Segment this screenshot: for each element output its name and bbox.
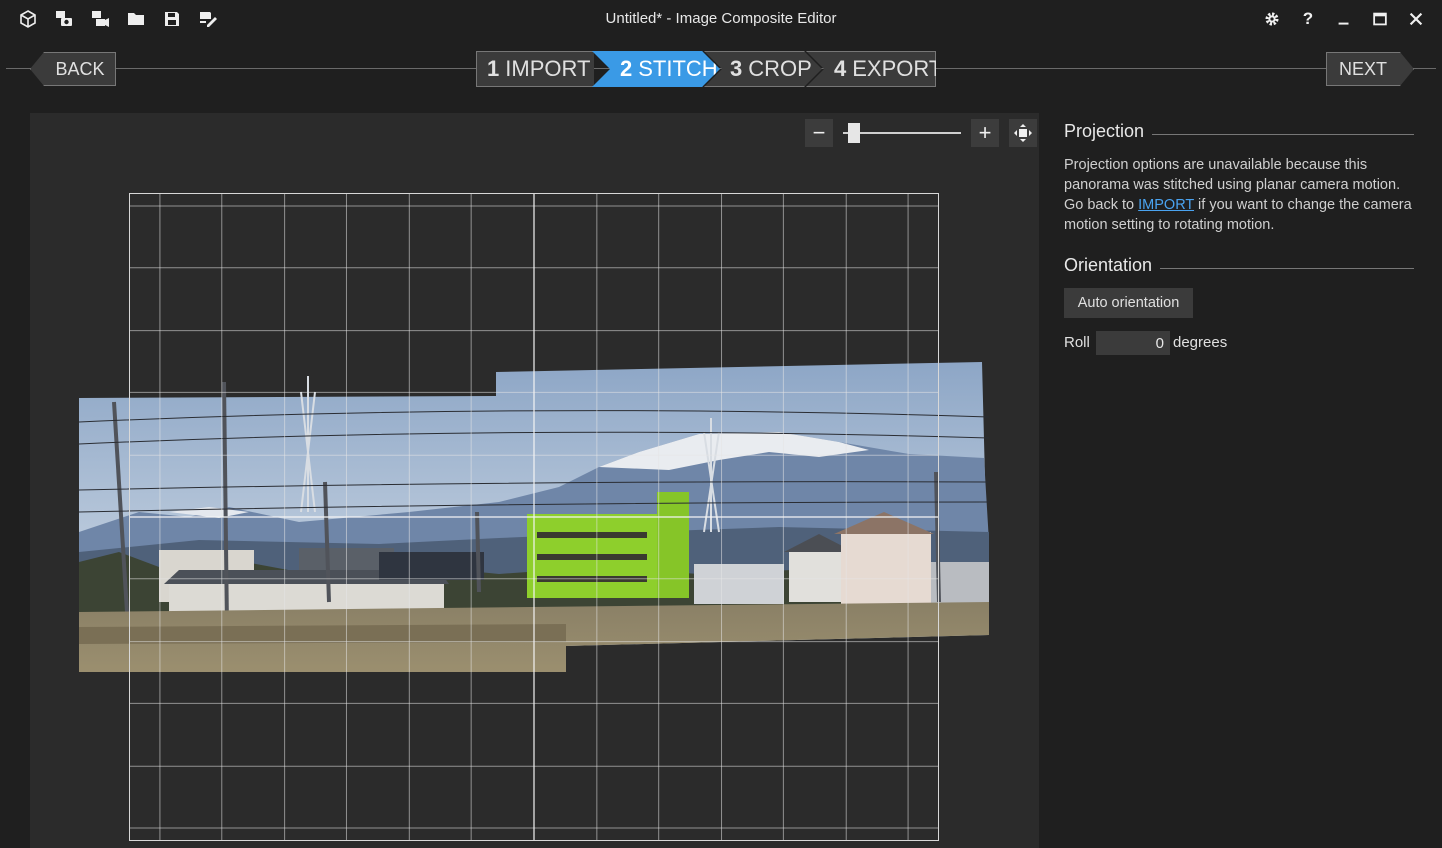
roll-label: Roll xyxy=(1064,334,1090,351)
tab-export[interactable]: 4 EXPORT xyxy=(806,51,936,87)
title-bar: Untitled* - Image Composite Editor ? xyxy=(0,0,1442,38)
import-link[interactable]: IMPORT xyxy=(1138,197,1194,213)
settings-icon[interactable] xyxy=(1260,7,1284,31)
orientation-heading: Orientation xyxy=(1064,255,1414,276)
minimize-icon[interactable] xyxy=(1332,7,1356,31)
projection-heading: Projection xyxy=(1064,121,1414,142)
step-label: CROP xyxy=(748,56,812,81)
zoom-slider-thumb[interactable] xyxy=(848,123,861,143)
heading-rule xyxy=(1160,268,1414,269)
zoom-out-button[interactable]: − xyxy=(805,119,833,147)
maximize-icon[interactable] xyxy=(1368,7,1392,31)
step-number: 2 xyxy=(620,56,633,81)
roll-input[interactable] xyxy=(1096,331,1170,355)
zoom-in-button[interactable]: + xyxy=(971,119,999,147)
fit-to-window-button[interactable] xyxy=(1009,119,1037,147)
next-button[interactable]: NEXT xyxy=(1326,52,1414,86)
roll-unit: degrees xyxy=(1173,334,1228,351)
step-number: 1 xyxy=(487,56,500,81)
section-title: Orientation xyxy=(1064,255,1153,275)
heading-rule xyxy=(1152,134,1414,135)
help-icon[interactable]: ? xyxy=(1296,7,1320,31)
section-title: Projection xyxy=(1064,121,1145,141)
window-controls: ? xyxy=(1260,7,1428,31)
zoom-slider[interactable] xyxy=(843,119,961,147)
tab-import[interactable]: 1 IMPORT xyxy=(476,51,594,87)
back-button[interactable]: BACK xyxy=(30,52,116,86)
step-number: 3 xyxy=(730,56,743,81)
projection-description: Projection options are unavailable becau… xyxy=(1064,155,1419,235)
alignment-grid xyxy=(129,193,939,841)
step-label: IMPORT xyxy=(505,56,591,81)
step-label: STITCH xyxy=(638,56,718,81)
auto-orientation-button[interactable]: Auto orientation xyxy=(1064,288,1193,318)
zoom-controls: − + xyxy=(805,119,1037,147)
fit-to-window-icon xyxy=(1014,124,1032,142)
tab-crop[interactable]: 3 CROP xyxy=(704,51,822,87)
stitch-canvas[interactable]: − + xyxy=(30,113,1039,848)
step-number: 4 xyxy=(834,56,847,81)
zoom-slider-track xyxy=(843,132,961,134)
step-label: EXPORT xyxy=(852,56,943,81)
close-icon[interactable] xyxy=(1404,7,1428,31)
window-title: Untitled* - Image Composite Editor xyxy=(605,10,837,27)
step-tabs: 1 IMPORT 2 STITCH 3 CROP 4 EXPORT xyxy=(476,51,936,87)
settings-panel: Projection Projection options are unavai… xyxy=(1039,113,1442,848)
tab-stitch[interactable]: 2 STITCH xyxy=(592,51,720,87)
